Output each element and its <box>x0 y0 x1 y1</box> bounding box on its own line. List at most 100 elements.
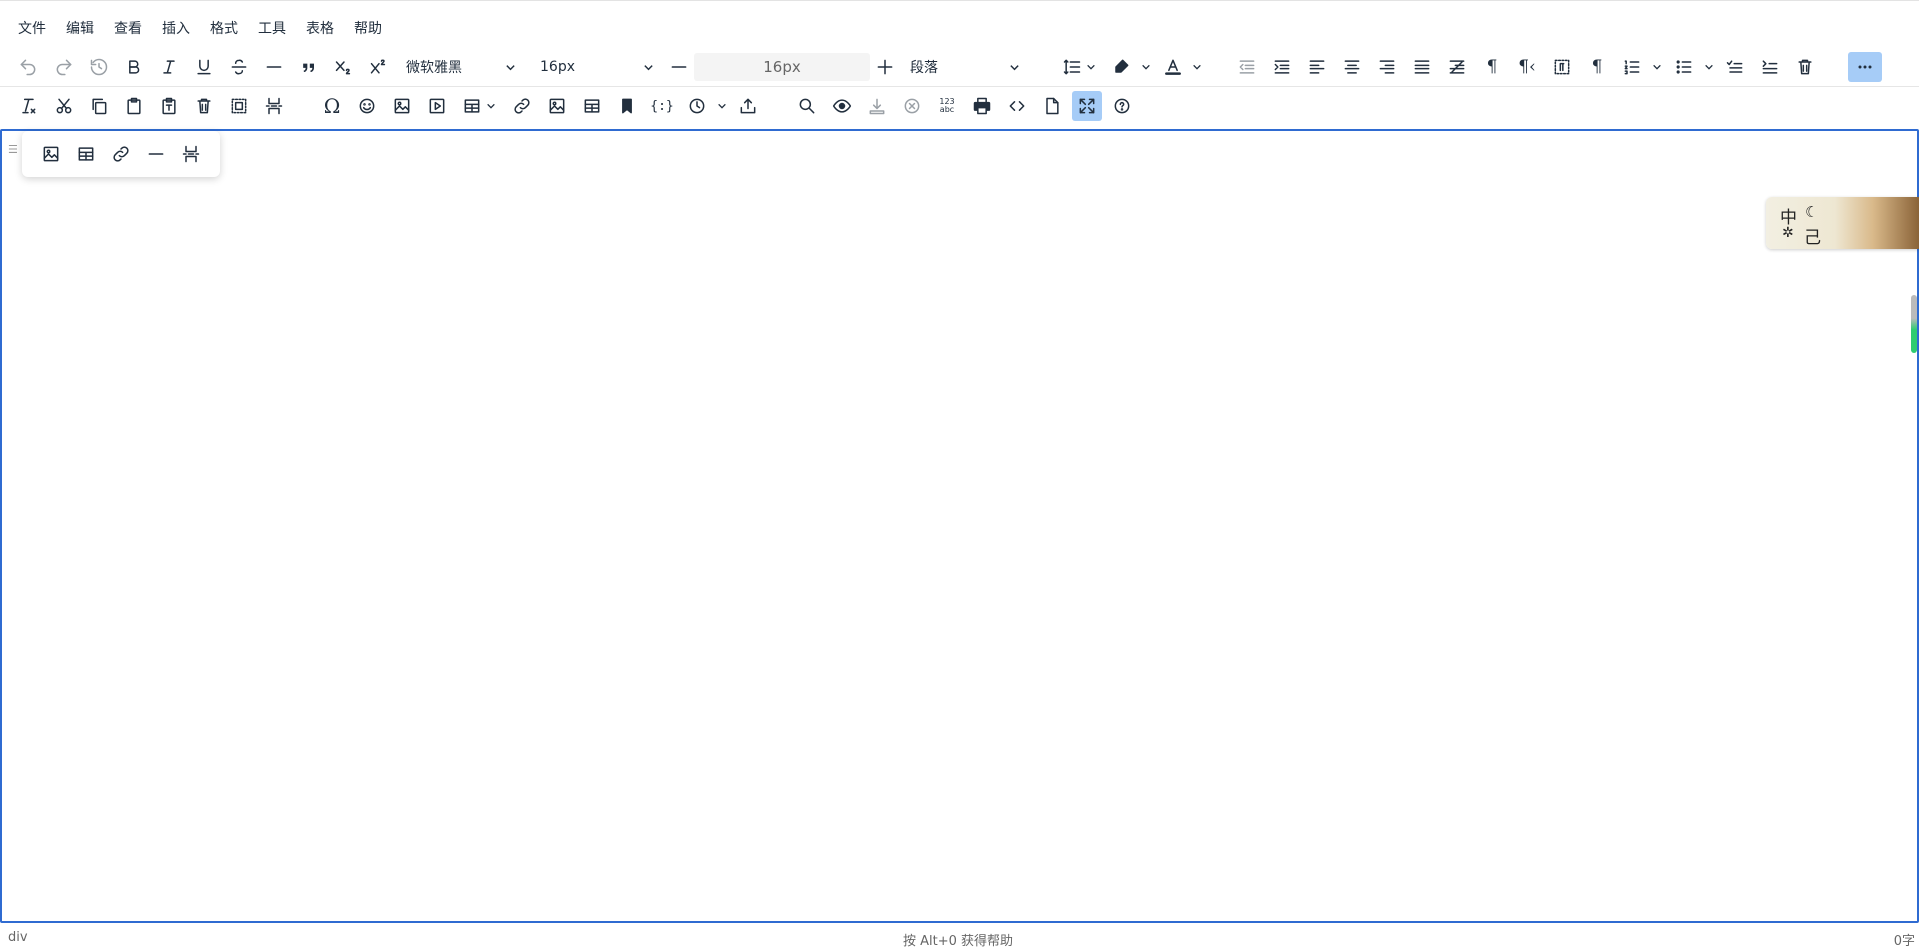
ime-mode: 己 <box>1804 228 1821 248</box>
preview-icon[interactable] <box>827 91 857 121</box>
scrollbar[interactable] <box>1911 295 1917 353</box>
menu-tools[interactable]: 工具 <box>248 14 296 40</box>
fullscreen-icon[interactable] <box>1072 91 1102 121</box>
new-document-icon[interactable] <box>1037 91 1067 121</box>
superscript-icon[interactable] <box>364 52 394 82</box>
chevron-down-icon[interactable] <box>485 91 497 121</box>
search-replace-icon[interactable] <box>792 91 822 121</box>
ime-status-widget[interactable]: 中 ☾ ✲ 己 <box>1766 197 1919 249</box>
page-break-icon[interactable] <box>174 137 208 171</box>
delete-icon[interactable] <box>1790 52 1820 82</box>
align-right-icon[interactable] <box>1372 52 1402 82</box>
image2-icon[interactable] <box>542 91 572 121</box>
image-icon[interactable] <box>387 91 417 121</box>
rtl-icon[interactable]: ¶‹ <box>1512 52 1542 82</box>
text-indent-icon[interactable] <box>1442 52 1472 82</box>
align-center-icon[interactable] <box>1337 52 1367 82</box>
highlight-icon[interactable] <box>1106 52 1136 82</box>
toolbar-primary: 微软雅黑 16px 16px 段落 ¶ ¶‹ ¶ <box>0 48 1919 87</box>
copy-icon[interactable] <box>84 91 114 121</box>
emoticons-icon[interactable] <box>352 91 382 121</box>
strikethrough-icon[interactable] <box>224 52 254 82</box>
ltr-icon[interactable]: ¶ <box>1477 52 1507 82</box>
clear-icon[interactable] <box>189 91 219 121</box>
upload-icon[interactable] <box>733 91 763 121</box>
link-icon[interactable] <box>104 137 138 171</box>
more-icon[interactable] <box>1848 52 1882 82</box>
menu-edit[interactable]: 编辑 <box>56 14 104 40</box>
page-break-icon[interactable] <box>259 91 289 121</box>
justify-icon[interactable] <box>1407 52 1437 82</box>
indent2em-icon[interactable] <box>1755 52 1785 82</box>
font-family-value: 微软雅黑 <box>406 60 462 76</box>
visualchars-icon[interactable]: ¶ <box>1582 52 1612 82</box>
text-color-icon[interactable] <box>1158 52 1188 82</box>
align-left-icon[interactable] <box>1302 52 1332 82</box>
font-size-select[interactable]: 16px <box>532 52 662 82</box>
chevron-down-icon <box>644 64 653 70</box>
download-icon[interactable] <box>862 91 892 121</box>
block-format-select[interactable]: 段落 <box>902 52 1028 82</box>
spellcheck-icon[interactable]: 123 abc <box>932 91 962 121</box>
drag-handle-icon[interactable]: ☰ <box>8 143 18 156</box>
statusbar: div 按 Alt+0 获得帮助 0字 <box>0 925 1919 949</box>
link-icon[interactable] <box>507 91 537 121</box>
code-icon[interactable] <box>1002 91 1032 121</box>
undo-icon[interactable] <box>13 52 43 82</box>
bold-icon[interactable] <box>119 52 149 82</box>
chevron-down-icon <box>506 64 515 70</box>
italic-icon[interactable] <box>154 52 184 82</box>
menu-insert[interactable]: 插入 <box>152 14 200 40</box>
chevron-down-icon[interactable] <box>1651 52 1663 82</box>
horizontal-line-icon[interactable] <box>259 52 289 82</box>
chevron-down-icon[interactable] <box>1191 52 1203 82</box>
visualblocks-icon[interactable] <box>1547 52 1577 82</box>
paste-text-icon[interactable] <box>154 91 184 121</box>
chevron-down-icon[interactable] <box>1140 52 1152 82</box>
anchor-icon[interactable] <box>612 91 642 121</box>
image-icon[interactable] <box>34 137 68 171</box>
table-icon[interactable] <box>69 137 103 171</box>
special-char-icon[interactable]: Ω <box>317 91 347 121</box>
redo-icon[interactable] <box>49 52 79 82</box>
font-size-increase-button[interactable] <box>870 52 900 82</box>
subscript-icon[interactable] <box>329 52 359 82</box>
menu-help[interactable]: 帮助 <box>344 14 392 40</box>
restore-draft-icon[interactable] <box>84 52 114 82</box>
media-icon[interactable] <box>422 91 452 121</box>
menu-table[interactable]: 表格 <box>296 14 344 40</box>
element-path[interactable]: div <box>8 930 28 945</box>
bullet-list-icon[interactable] <box>1669 52 1699 82</box>
outdent-icon[interactable] <box>1232 52 1262 82</box>
datetime-icon[interactable] <box>682 91 712 121</box>
cut-icon[interactable] <box>49 91 79 121</box>
chevron-down-icon[interactable] <box>716 91 728 121</box>
font-family-select[interactable]: 微软雅黑 <box>398 52 524 82</box>
menu-format[interactable]: 格式 <box>200 14 248 40</box>
underline-icon[interactable] <box>189 52 219 82</box>
print-icon[interactable] <box>967 91 997 121</box>
editor-content-area[interactable] <box>0 129 1919 923</box>
chevron-down-icon[interactable] <box>1703 52 1715 82</box>
menu-view[interactable]: 查看 <box>104 14 152 40</box>
template-icon[interactable]: {:} <box>647 91 677 121</box>
blockquote-icon[interactable] <box>294 52 324 82</box>
paste-icon[interactable] <box>119 91 149 121</box>
font-size-input[interactable]: 16px <box>694 53 870 81</box>
help-icon[interactable] <box>1107 91 1137 121</box>
horizontal-line-icon[interactable] <box>139 137 173 171</box>
chevron-down-icon <box>1010 64 1019 70</box>
indent-icon[interactable] <box>1267 52 1297 82</box>
numbered-list-icon[interactable] <box>1617 52 1647 82</box>
remove-format-icon[interactable] <box>13 91 43 121</box>
cancel-icon[interactable] <box>897 91 927 121</box>
checklist-icon[interactable] <box>1720 52 1750 82</box>
chevron-down-icon[interactable] <box>1085 52 1097 82</box>
word-count[interactable]: 0字 <box>1894 930 1915 949</box>
font-size-decrease-button[interactable] <box>664 52 694 82</box>
table2-icon[interactable] <box>577 91 607 121</box>
line-height-icon[interactable] <box>1057 52 1087 82</box>
select-all-icon[interactable] <box>224 91 254 121</box>
table-icon[interactable] <box>457 91 487 121</box>
menu-file[interactable]: 文件 <box>8 14 56 40</box>
